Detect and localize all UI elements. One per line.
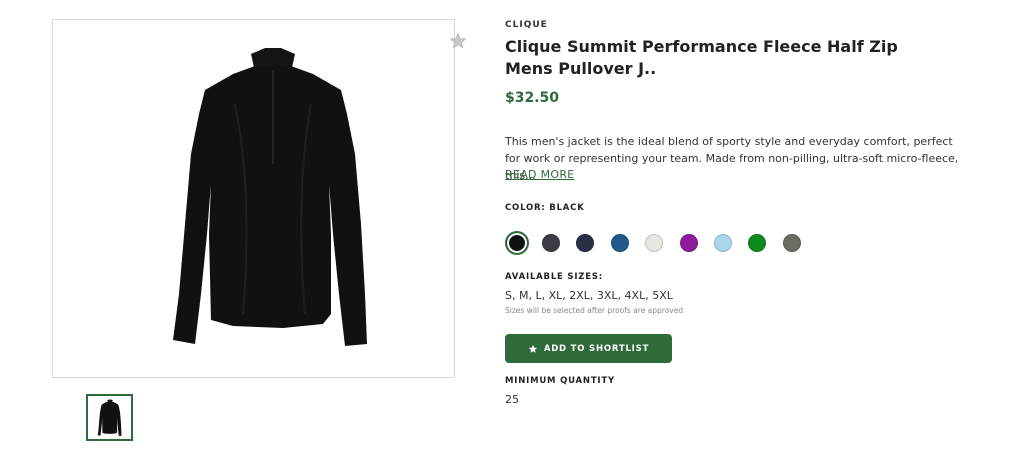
color-swatch-light-blue[interactable] [714,234,732,252]
product-title: Clique Summit Performance Fleece Half Zi… [505,37,898,78]
color-swatch-grey[interactable] [782,234,801,252]
color-swatch-light-grey[interactable] [645,234,664,252]
add-to-shortlist-label: ADD TO SHORTLIST [543,343,650,354]
color-swatch-black[interactable] [505,231,529,255]
color-swatch-navy[interactable] [576,234,595,252]
product-main-image [52,19,467,378]
add-to-shortlist-button[interactable]: ADD TO SHORTLIST [505,334,672,363]
sizes-list: S, M, L, XL, 2XL, 3XL, 4XL, 5XL [505,289,673,302]
color-swatch-purple[interactable] [679,234,698,252]
favorite-star-icon[interactable] [449,32,467,50]
minimum-quantity-label: MINIMUM QUANTITY [505,376,615,386]
sizes-label: AVAILABLE SIZES: [505,272,603,282]
color-swatch-green[interactable] [748,234,767,252]
jacket-image [173,48,367,346]
product-thumbnail[interactable] [86,394,133,441]
read-more-link[interactable]: READ MORE [505,168,575,181]
color-swatches [505,231,825,255]
star-icon [528,344,537,353]
color-label: COLOR: BLACK [505,203,585,213]
sizes-note: Sizes will be selected after proofs are … [505,306,684,315]
product-price: $32.50 [505,90,560,106]
jacket-thumbnail-image [97,399,122,437]
brand-name: CLIQUE [505,20,548,30]
color-swatch-charcoal[interactable] [542,234,560,252]
minimum-quantity-value: 25 [505,393,519,406]
color-swatch-royal-blue[interactable] [610,234,629,252]
